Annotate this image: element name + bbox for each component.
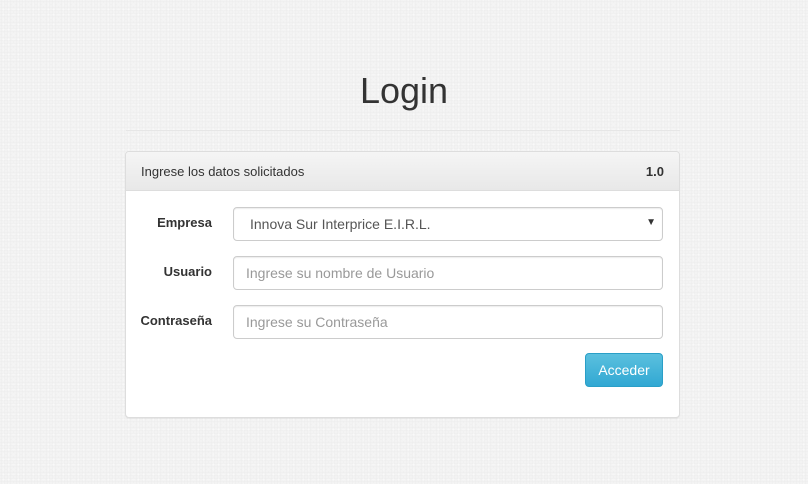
panel-heading-text: Ingrese los datos solicitados <box>141 163 305 179</box>
usuario-input[interactable] <box>233 256 663 290</box>
empresa-row: Empresa Innova Sur Interprice E.I.R.L. ▼ <box>126 207 679 241</box>
login-panel: Ingrese los datos solicitados 1.0 Empres… <box>125 151 680 418</box>
contrasena-input[interactable] <box>233 305 663 339</box>
usuario-label: Usuario <box>163 264 212 279</box>
contrasena-row: Contraseña <box>126 305 679 339</box>
empresa-select[interactable]: Innova Sur Interprice E.I.R.L. ▼ <box>233 207 663 241</box>
empresa-label: Empresa <box>157 215 212 230</box>
panel-heading: Ingrese los datos solicitados 1.0 <box>126 152 679 191</box>
contrasena-label: Contraseña <box>140 313 212 328</box>
title-divider <box>126 130 680 131</box>
caret-down-icon: ▼ <box>646 217 656 228</box>
page-title: Login <box>359 70 449 111</box>
usuario-row: Usuario <box>126 256 679 290</box>
version-label: 1.0 <box>645 163 664 179</box>
empresa-selected-value: Innova Sur Interprice E.I.R.L. <box>250 216 431 232</box>
acceder-button[interactable]: Acceder <box>585 353 663 387</box>
